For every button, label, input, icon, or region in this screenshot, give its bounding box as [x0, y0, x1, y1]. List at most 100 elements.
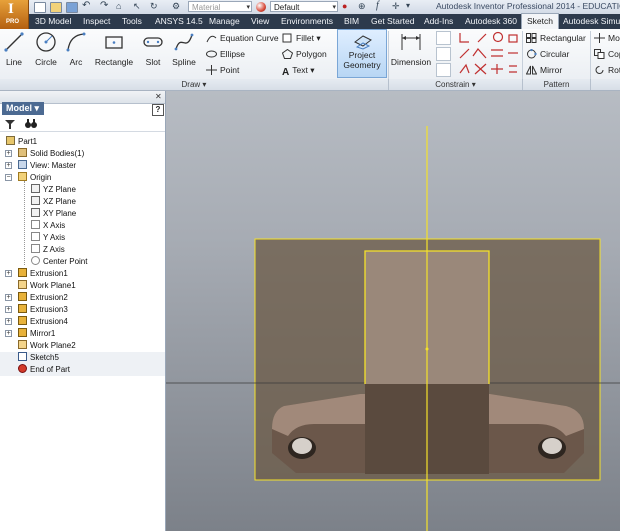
tree-item[interactable]: Y Axis: [31, 232, 65, 244]
select-icon[interactable]: ↖: [133, 1, 141, 12]
sketch-canvas[interactable]: [166, 91, 620, 531]
expand-toggle-icon[interactable]: −: [5, 174, 12, 181]
auto-dimension-icon[interactable]: [436, 31, 451, 45]
tab-ansys[interactable]: ANSYS 14.5: [150, 14, 208, 29]
text-button[interactable]: A Text ▾: [282, 65, 314, 78]
tab-add-ins[interactable]: Add-Ins: [419, 14, 458, 29]
tab-sketch[interactable]: Sketch: [521, 13, 559, 29]
undo-icon[interactable]: ↶: [82, 0, 90, 11]
tab-autodesk-simulation[interactable]: Autodesk Simul: [558, 14, 620, 29]
expand-toggle-icon[interactable]: +: [5, 150, 12, 157]
ellipse-button[interactable]: Ellipse: [206, 49, 245, 59]
equation-curve-button[interactable]: Equation Curve: [206, 33, 279, 43]
tree-item[interactable]: Extrusion3: [18, 304, 68, 316]
polygon-button[interactable]: Polygon: [282, 49, 327, 59]
close-icon[interactable]: ✕: [155, 92, 162, 101]
project-geometry-button[interactable]: Project Geometry: [337, 29, 387, 78]
tree-item[interactable]: Z Axis: [31, 244, 65, 256]
appearance-dropdown[interactable]: Default ▾: [270, 1, 338, 12]
rectangle-button[interactable]: Rectangle: [94, 31, 134, 67]
tree-item[interactable]: Extrusion1: [18, 268, 68, 280]
browser-title-dropdown[interactable]: Model ▾: [2, 102, 44, 115]
tree-item[interactable]: Center Point: [31, 256, 87, 268]
expand-toggle-icon[interactable]: +: [5, 318, 12, 325]
tab-view[interactable]: View: [246, 14, 274, 29]
dimension-button[interactable]: Dimension: [390, 31, 432, 67]
expand-toggle-icon[interactable]: +: [5, 294, 12, 301]
application-menu-button[interactable]: I PRO: [0, 0, 29, 29]
rotate-icon: [595, 66, 604, 74]
expand-toggle-icon[interactable]: +: [5, 162, 12, 169]
ellipse-label: Ellipse: [220, 49, 246, 59]
tab-environments[interactable]: Environments: [276, 14, 338, 29]
slot-button[interactable]: Slot: [140, 31, 166, 67]
expand-toggle-icon[interactable]: +: [5, 330, 12, 337]
zoom-icon[interactable]: ⊕: [358, 1, 366, 12]
tree-item[interactable]: Extrusion4: [18, 316, 68, 328]
measure-icon[interactable]: ●: [342, 1, 347, 11]
rectangular-pattern-icon: [526, 33, 537, 43]
spline-button[interactable]: Spline: [170, 31, 198, 67]
tree-item[interactable]: Work Plane1: [18, 280, 76, 292]
tree-item[interactable]: Solid Bodies(1): [18, 148, 84, 160]
binoculars-icon[interactable]: [25, 119, 37, 129]
filter-icon[interactable]: [5, 120, 15, 129]
home-icon[interactable]: ⌂: [116, 1, 121, 11]
update-icon[interactable]: ↻: [150, 1, 158, 12]
tree-item[interactable]: XZ Plane: [31, 196, 76, 208]
show-constraints-icon[interactable]: [436, 47, 451, 61]
tab-manage[interactable]: Manage: [204, 14, 245, 29]
move-button[interactable]: Mo: [594, 33, 620, 43]
tree-item-label: YZ Plane: [43, 185, 76, 194]
tab-autodesk-360[interactable]: Autodesk 360: [460, 14, 522, 29]
axis-icon: [31, 244, 40, 253]
tree-item[interactable]: Mirror1: [18, 328, 55, 340]
tab-bim[interactable]: BIM: [339, 14, 364, 29]
tree-item[interactable]: X Axis: [31, 220, 65, 232]
slot-label: Slot: [145, 57, 161, 67]
tree-item[interactable]: Sketch5: [0, 352, 165, 364]
tree-item[interactable]: XY Plane: [31, 208, 76, 220]
open-icon[interactable]: [50, 2, 62, 13]
help-button[interactable]: ?: [152, 104, 164, 116]
extrusion-icon: [18, 304, 27, 313]
tab-tools[interactable]: Tools: [117, 14, 147, 29]
pattern-panel-label: Pattern: [523, 79, 591, 90]
rectangular-pattern-button[interactable]: Rectangular: [526, 33, 586, 43]
expand-toggle-icon[interactable]: +: [5, 306, 12, 313]
tab-inspect[interactable]: Inspect: [78, 14, 115, 29]
save-icon[interactable]: [66, 2, 78, 13]
parameters-icon[interactable]: f: [376, 0, 379, 11]
copy-button[interactable]: Cop: [594, 49, 620, 59]
ilogic-icon[interactable]: ✛: [392, 1, 400, 12]
tree-item[interactable]: Origin: [18, 172, 51, 184]
tree-item[interactable]: Work Plane2: [18, 340, 76, 352]
tree-item[interactable]: View: Master: [18, 160, 76, 172]
customize-dropdown-icon[interactable]: ▾: [406, 1, 410, 10]
rotate-button[interactable]: Rot: [594, 65, 620, 75]
properties-icon[interactable]: ⚙: [172, 1, 180, 12]
tab-get-started[interactable]: Get Started: [366, 14, 419, 29]
material-placeholder: Material: [192, 3, 221, 12]
constrain-panel-label[interactable]: Constrain ▾: [389, 79, 523, 90]
circle-button[interactable]: Circle: [32, 31, 60, 67]
expand-toggle-icon[interactable]: +: [5, 270, 12, 277]
circular-pattern-button[interactable]: Circular: [526, 49, 569, 59]
new-icon[interactable]: [34, 2, 46, 13]
line-button[interactable]: Line: [2, 31, 26, 67]
text-icon: A: [282, 67, 290, 78]
mirror-button[interactable]: Mirror: [526, 65, 562, 75]
tab-3d-model[interactable]: 3D Model: [30, 14, 76, 29]
graphics-viewport[interactable]: [166, 91, 620, 531]
fillet-button[interactable]: Fillet ▾: [282, 33, 321, 44]
tree-item[interactable]: Extrusion2: [18, 292, 68, 304]
redo-icon[interactable]: ↷: [100, 0, 108, 11]
arc-button[interactable]: Arc: [64, 31, 88, 67]
constraint-settings-icon[interactable]: [436, 63, 451, 77]
draw-panel-label[interactable]: Draw ▾: [0, 79, 389, 90]
material-dropdown[interactable]: Material ▾: [188, 1, 252, 12]
tree-item[interactable]: End of Part: [0, 364, 165, 376]
tree-item[interactable]: YZ Plane: [31, 184, 76, 196]
tree-item[interactable]: Part1: [6, 136, 37, 148]
point-button[interactable]: Point: [206, 65, 239, 75]
